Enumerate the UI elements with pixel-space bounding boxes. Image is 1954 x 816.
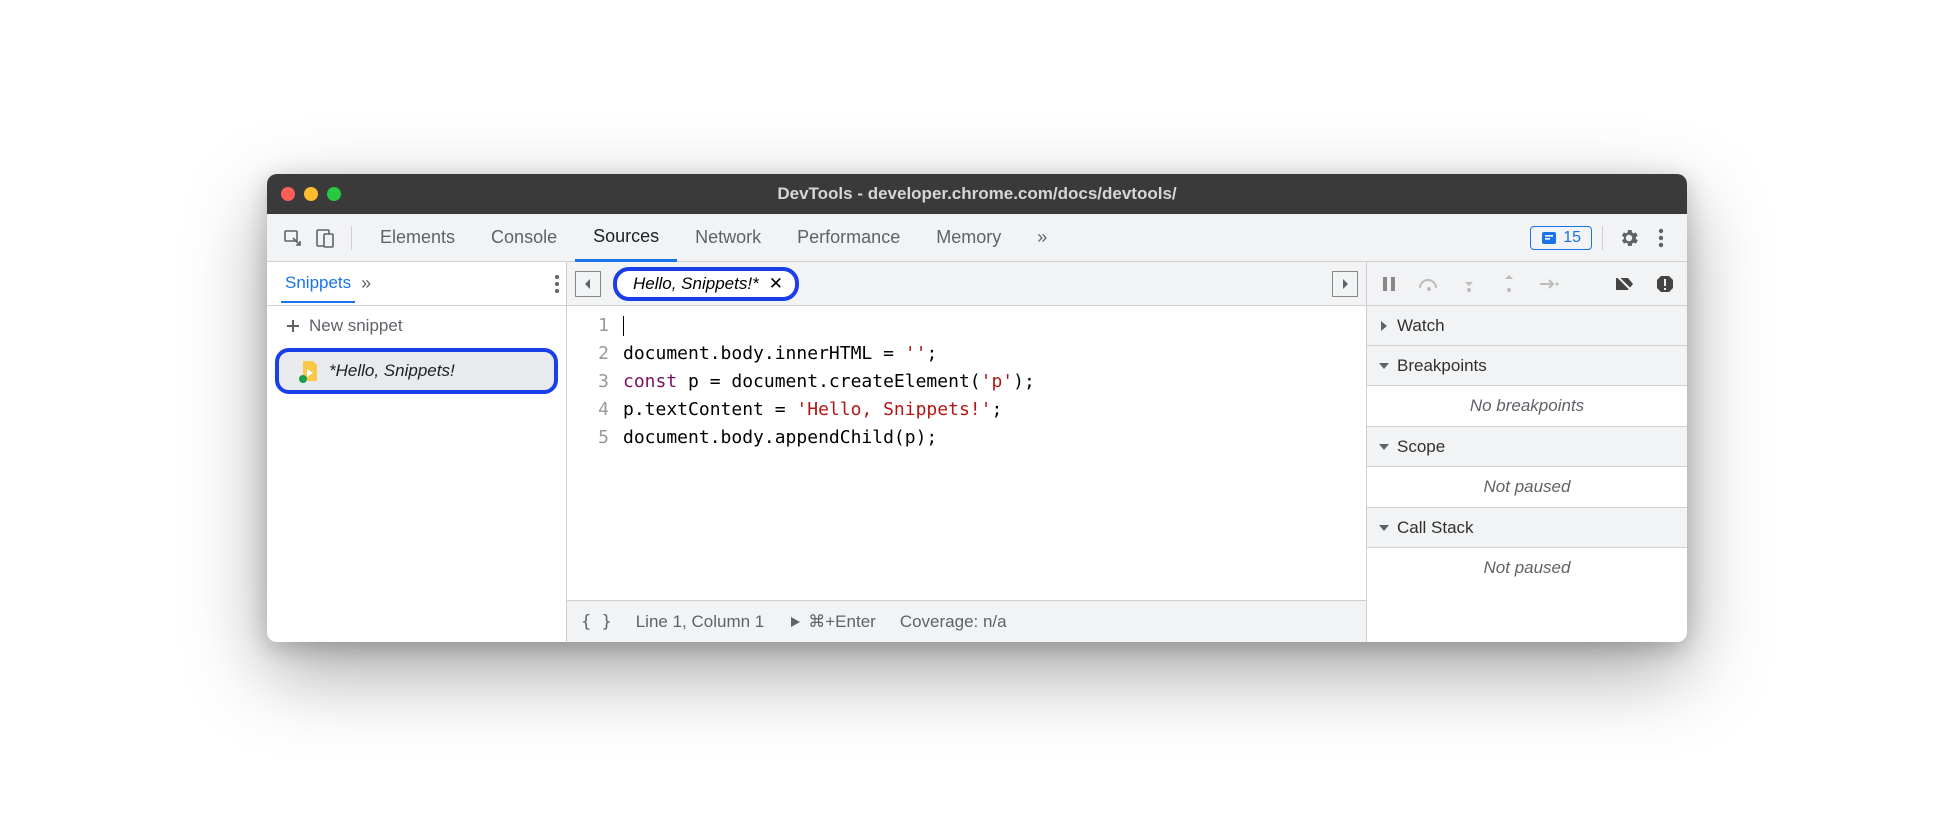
window-controls — [281, 187, 341, 201]
play-icon — [788, 615, 802, 629]
main-area: Snippets » New snippet *Hello, Snippets! — [267, 262, 1687, 642]
cursor-position: Line 1, Column 1 — [636, 612, 765, 632]
pause-on-exceptions-icon[interactable] — [1653, 272, 1677, 296]
device-toolbar-icon[interactable] — [311, 224, 339, 252]
callstack-section-header[interactable]: Call Stack — [1367, 508, 1687, 548]
devtools-window: DevTools - developer.chrome.com/docs/dev… — [267, 174, 1687, 642]
breakpoints-section-header[interactable]: Breakpoints — [1367, 346, 1687, 386]
editor-tab-label: Hello, Snippets!* — [633, 274, 759, 294]
watch-section-header[interactable]: Watch — [1367, 306, 1687, 346]
scope-label: Scope — [1397, 437, 1445, 457]
inspect-element-icon[interactable] — [279, 224, 307, 252]
editor-statusbar: { } Line 1, Column 1 ⌘+Enter Coverage: n… — [567, 600, 1366, 642]
cursor — [623, 316, 624, 336]
watch-label: Watch — [1397, 316, 1445, 336]
coverage-label: Coverage: n/a — [900, 612, 1007, 632]
step-out-icon[interactable] — [1497, 272, 1521, 296]
navigator-more-tabs[interactable]: » — [355, 273, 377, 294]
issues-icon — [1541, 230, 1557, 246]
show-navigator-icon[interactable] — [575, 271, 601, 297]
run-snippet-button[interactable]: ⌘+Enter — [788, 612, 876, 632]
settings-icon[interactable] — [1615, 224, 1643, 252]
callstack-label: Call Stack — [1397, 518, 1474, 538]
close-window-button[interactable] — [281, 187, 295, 201]
editor-pane: Hello, Snippets!* ✕ 12345 document.body.… — [567, 262, 1367, 642]
navigator-tab-snippets[interactable]: Snippets — [281, 265, 355, 303]
step-icon[interactable] — [1537, 272, 1561, 296]
more-tabs[interactable]: » — [1019, 214, 1065, 262]
maximize-window-button[interactable] — [327, 187, 341, 201]
window-title: DevTools - developer.chrome.com/docs/dev… — [267, 184, 1687, 204]
minimize-window-button[interactable] — [304, 187, 318, 201]
tab-sources[interactable]: Sources — [575, 214, 677, 262]
chevron-down-icon — [1379, 523, 1389, 533]
close-tab-icon[interactable]: ✕ — [769, 274, 783, 294]
toolbar-separator — [351, 226, 352, 250]
issues-badge[interactable]: 15 — [1530, 226, 1592, 250]
navigator-header: Snippets » — [267, 262, 566, 306]
tab-elements[interactable]: Elements — [362, 214, 473, 262]
step-over-icon[interactable] — [1417, 272, 1441, 296]
callstack-body: Not paused — [1367, 548, 1687, 588]
editor-tabbar: Hello, Snippets!* ✕ — [567, 262, 1366, 306]
breakpoints-label: Breakpoints — [1397, 356, 1487, 376]
tab-performance[interactable]: Performance — [779, 214, 918, 262]
issues-count: 15 — [1563, 229, 1581, 247]
step-into-icon[interactable] — [1457, 272, 1481, 296]
snippet-file-icon — [301, 361, 319, 381]
tab-console[interactable]: Console — [473, 214, 575, 262]
navigator-menu-icon[interactable] — [554, 274, 560, 294]
chevron-right-icon — [1379, 321, 1389, 331]
breakpoints-body: No breakpoints — [1367, 386, 1687, 427]
debugger-pane: Watch Breakpoints No breakpoints Scope N… — [1367, 262, 1687, 642]
toolbar-separator — [1602, 226, 1603, 250]
navigator-pane: Snippets » New snippet *Hello, Snippets! — [267, 262, 567, 642]
chevron-down-icon — [1379, 442, 1389, 452]
show-debugger-icon[interactable] — [1332, 271, 1358, 297]
tab-network[interactable]: Network — [677, 214, 779, 262]
deactivate-breakpoints-icon[interactable] — [1613, 272, 1637, 296]
code-editor[interactable]: 12345 document.body.innerHTML = ''; cons… — [567, 306, 1366, 600]
run-hint: ⌘+Enter — [808, 612, 876, 632]
code-lines: document.body.innerHTML = ''; const p = … — [623, 312, 1366, 600]
pause-icon[interactable] — [1377, 272, 1401, 296]
new-snippet-button[interactable]: New snippet — [267, 306, 566, 346]
scope-section-header[interactable]: Scope — [1367, 427, 1687, 467]
main-tabs: Elements Console Sources Network Perform… — [362, 214, 1530, 262]
unsaved-indicator-icon — [299, 375, 307, 383]
snippet-item-label: *Hello, Snippets! — [329, 361, 455, 381]
pretty-print-icon[interactable]: { } — [581, 612, 612, 632]
chevron-down-icon — [1379, 361, 1389, 371]
titlebar: DevTools - developer.chrome.com/docs/dev… — [267, 174, 1687, 214]
scope-body: Not paused — [1367, 467, 1687, 508]
tab-memory[interactable]: Memory — [918, 214, 1019, 262]
snippet-item[interactable]: *Hello, Snippets! — [275, 348, 558, 394]
editor-file-tab[interactable]: Hello, Snippets!* ✕ — [613, 267, 799, 301]
line-gutter: 12345 — [567, 312, 623, 600]
new-snippet-label: New snippet — [309, 316, 403, 336]
plus-icon — [285, 318, 301, 334]
debugger-toolbar — [1367, 262, 1687, 306]
kebab-menu-icon[interactable] — [1647, 224, 1675, 252]
main-toolbar: Elements Console Sources Network Perform… — [267, 214, 1687, 262]
